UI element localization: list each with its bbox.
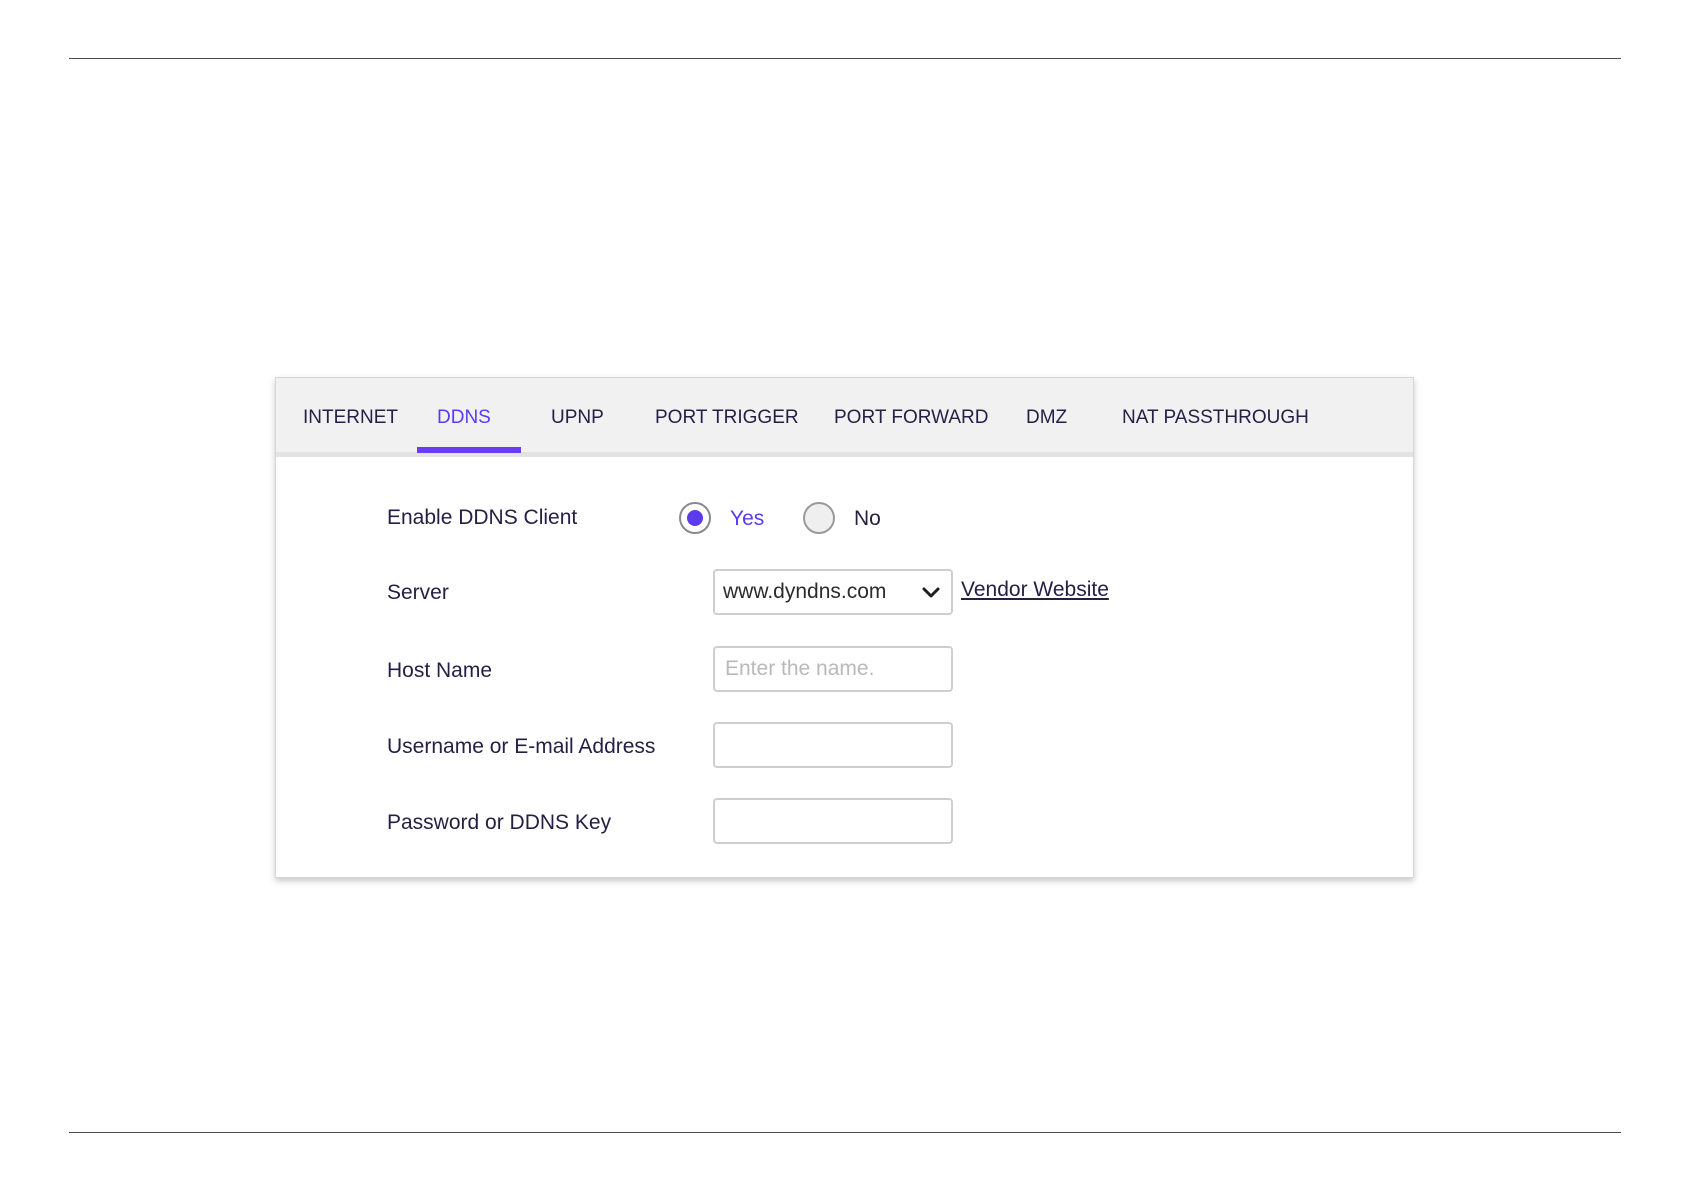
tab-bar: INTERNET DDNS UPNP PORT TRIGGER PORT FOR… — [276, 378, 1413, 457]
chevron-down-icon — [922, 587, 940, 598]
tab-internet[interactable]: INTERNET — [303, 378, 398, 452]
host-name-label: Host Name — [387, 659, 493, 682]
host-name-input[interactable] — [713, 646, 953, 692]
enable-ddns-label: Enable DDNS Client — [387, 506, 578, 529]
username-input[interactable] — [713, 722, 953, 768]
server-label: Server — [387, 581, 449, 604]
server-select-value: www.dyndns.com — [723, 580, 887, 603]
tab-port-trigger[interactable]: PORT TRIGGER — [655, 378, 799, 452]
active-tab-indicator — [417, 447, 521, 453]
enable-yes-label[interactable]: Yes — [730, 507, 764, 531]
tab-upnp[interactable]: UPNP — [551, 378, 604, 452]
tab-dmz[interactable]: DMZ — [1026, 378, 1067, 452]
server-select[interactable]: www.dyndns.com — [713, 569, 953, 615]
tab-ddns[interactable]: DDNS — [437, 378, 491, 452]
enable-yes-radio[interactable] — [679, 502, 711, 534]
password-label: Password or DDNS Key — [387, 811, 612, 834]
ddns-settings-panel: INTERNET DDNS UPNP PORT TRIGGER PORT FOR… — [275, 377, 1414, 878]
enable-no-label[interactable]: No — [854, 507, 881, 531]
vendor-website-link[interactable]: Vendor Website — [961, 578, 1109, 602]
password-input[interactable] — [713, 798, 953, 844]
tab-nat-passthrough[interactable]: NAT PASSTHROUGH — [1122, 378, 1309, 452]
enable-no-radio[interactable] — [803, 502, 835, 534]
username-label: Username or E-mail Address — [387, 735, 656, 758]
tab-port-forward[interactable]: PORT FORWARD — [834, 378, 988, 452]
page-top-rule — [69, 58, 1621, 59]
page-bottom-rule — [69, 1132, 1621, 1133]
